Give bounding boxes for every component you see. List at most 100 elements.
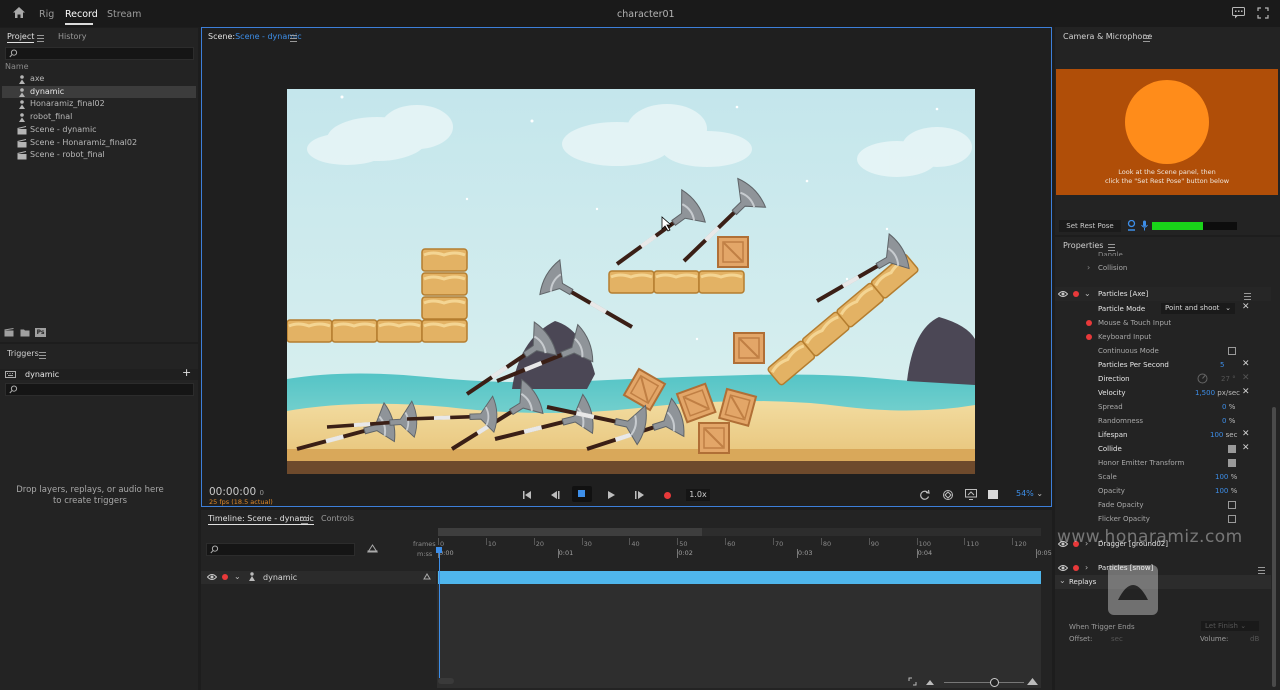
arm-record-dot[interactable] xyxy=(222,574,228,580)
project-item[interactable]: Scene - robot_final xyxy=(2,149,196,161)
eye-icon[interactable] xyxy=(1058,564,1068,572)
project-item[interactable]: robot_final xyxy=(2,111,196,123)
onion-skin-icon[interactable] xyxy=(942,489,954,501)
behavior-menu-icon[interactable] xyxy=(1243,293,1251,300)
tab-history[interactable]: History xyxy=(58,32,86,41)
folder-icon[interactable] xyxy=(20,328,30,337)
timeline-overview-bar[interactable] xyxy=(438,528,1041,536)
play-icon[interactable] xyxy=(608,491,615,499)
triggers-menu-icon[interactable] xyxy=(39,352,46,359)
microphone-icon[interactable] xyxy=(1141,220,1148,231)
step-back-icon[interactable] xyxy=(551,491,560,499)
tab-stream[interactable]: Stream xyxy=(107,9,141,20)
project-item[interactable]: axe xyxy=(2,73,196,85)
playhead-handle[interactable] xyxy=(436,547,442,553)
volume-value[interactable]: dB xyxy=(1250,635,1259,643)
expand-icon[interactable] xyxy=(1257,7,1269,19)
fit-to-window-icon[interactable] xyxy=(908,677,917,686)
step-forward-icon[interactable] xyxy=(635,491,644,499)
honor-emitter-checkbox[interactable] xyxy=(1228,459,1236,467)
keyboard-input-dot[interactable] xyxy=(1086,334,1092,340)
take-bar[interactable] xyxy=(438,571,1041,584)
playhead[interactable] xyxy=(439,550,440,678)
timeline-scrollbar[interactable] xyxy=(438,678,454,684)
dangle-behavior[interactable]: Dangle xyxy=(1098,250,1123,256)
track-options-icon[interactable] xyxy=(423,573,431,580)
home-icon[interactable] xyxy=(12,6,26,19)
screen-share-icon[interactable] xyxy=(965,489,977,500)
project-item[interactable]: Honaramiz_final02 xyxy=(2,98,196,110)
project-item[interactable]: Scene - dynamic xyxy=(2,124,196,136)
puppet-track-icon[interactable] xyxy=(367,544,378,553)
randomness-value[interactable]: 0 % xyxy=(1222,417,1235,425)
background-color-swatch[interactable] xyxy=(988,490,998,499)
record-button[interactable] xyxy=(664,492,671,499)
fade-opacity-checkbox[interactable] xyxy=(1228,501,1236,509)
playback-speed[interactable]: 1.0x xyxy=(686,489,710,501)
project-search-input[interactable] xyxy=(5,47,194,60)
photoshop-icon[interactable]: Ps xyxy=(35,328,46,337)
replays-chevron-icon[interactable]: ⌄ xyxy=(1059,576,1066,585)
spread-value[interactable]: 0 % xyxy=(1222,403,1235,411)
timeline-ruler[interactable]: 0 10 20 30 40 50 60 70 80 90 100 110 120 0:00 0:01 0:02… xyxy=(438,538,1052,560)
lifespan-value[interactable]: 100 sec xyxy=(1210,431,1237,439)
scene-canvas[interactable] xyxy=(287,89,975,474)
direction-value[interactable]: 27 ° xyxy=(1221,375,1236,383)
triggers-search-input[interactable] xyxy=(5,383,194,396)
project-item[interactable]: dynamic xyxy=(2,85,196,98)
timeline-menu-icon[interactable] xyxy=(301,517,308,524)
project-menu-icon[interactable] xyxy=(37,35,44,42)
snow-record-dot[interactable] xyxy=(1073,565,1079,571)
add-trigger-button[interactable]: + xyxy=(182,366,191,379)
direction-dial-icon[interactable] xyxy=(1197,373,1208,384)
timeline-zoom-thumb[interactable] xyxy=(990,678,999,687)
velocity-clear-icon[interactable]: ✕ xyxy=(1242,387,1250,397)
eye-icon[interactable] xyxy=(207,573,217,581)
chat-icon[interactable] xyxy=(1232,7,1245,19)
direction-clear-icon[interactable]: ✕ xyxy=(1242,373,1250,383)
flicker-opacity-checkbox[interactable] xyxy=(1228,515,1236,523)
project-item[interactable]: Scene - Honaramiz_final02 xyxy=(2,137,196,149)
go-to-start-icon[interactable] xyxy=(523,491,532,499)
pps-clear-icon[interactable]: ✕ xyxy=(1242,359,1250,369)
timecode-display[interactable]: 00:00:00 0 xyxy=(209,486,264,498)
new-scene-icon[interactable] xyxy=(4,328,14,337)
snow-chevron-icon[interactable]: › xyxy=(1085,563,1088,572)
zoom-in-mountain-icon[interactable] xyxy=(1027,677,1038,685)
collide-checkbox[interactable] xyxy=(1228,445,1236,453)
collision-chevron-icon[interactable]: › xyxy=(1087,263,1090,272)
tab-timeline[interactable]: Timeline: Scene - dynamic xyxy=(208,514,314,525)
collision-behavior[interactable]: Collision xyxy=(1098,264,1127,272)
lifespan-clear-icon[interactable]: ✕ xyxy=(1242,429,1250,439)
particle-mode-clear-icon[interactable]: ✕ xyxy=(1242,302,1250,312)
tab-rig[interactable]: Rig xyxy=(39,9,54,20)
set-rest-pose-button[interactable]: Set Rest Pose xyxy=(1059,220,1121,232)
camera-menu-icon[interactable] xyxy=(1143,35,1150,42)
velocity-value[interactable]: 1,500 px/sec xyxy=(1195,389,1240,397)
tab-controls[interactable]: Controls xyxy=(321,514,354,523)
offset-value[interactable]: sec xyxy=(1111,635,1123,643)
pps-value[interactable]: 5 xyxy=(1220,361,1224,369)
expand-track-chevron-icon[interactable]: ⌄ xyxy=(234,572,241,581)
timeline-search-input[interactable] xyxy=(206,543,355,556)
collapse-chevron-icon[interactable]: ⌄ xyxy=(1084,289,1091,298)
loop-icon[interactable] xyxy=(920,490,930,500)
mouse-input-dot[interactable] xyxy=(1086,320,1092,326)
particle-mode-select[interactable]: Point and shoot ⌄ xyxy=(1161,303,1235,314)
snow-menu-icon[interactable] xyxy=(1258,567,1266,574)
opacity-value[interactable]: 100 % xyxy=(1215,487,1237,495)
zoom-level[interactable]: 54% ⌄ xyxy=(1016,489,1043,498)
properties-scrollbar[interactable] xyxy=(1272,407,1276,687)
behavior-record-dot[interactable] xyxy=(1073,291,1079,297)
stop-button[interactable] xyxy=(572,486,592,502)
scale-value[interactable]: 100 % xyxy=(1215,473,1237,481)
scene-menu-icon[interactable] xyxy=(290,35,297,42)
zoom-out-mountain-icon[interactable] xyxy=(926,679,934,685)
collide-clear-icon[interactable]: ✕ xyxy=(1242,443,1250,453)
continuous-mode-checkbox[interactable] xyxy=(1228,347,1236,355)
tab-project[interactable]: Project xyxy=(7,32,35,43)
eye-icon[interactable] xyxy=(1058,290,1068,298)
timeline-zoom-slider[interactable] xyxy=(944,682,1024,683)
camera-toggle-icon[interactable] xyxy=(1127,220,1136,231)
when-trigger-ends-select[interactable]: Let Finish ⌄ xyxy=(1201,621,1259,631)
